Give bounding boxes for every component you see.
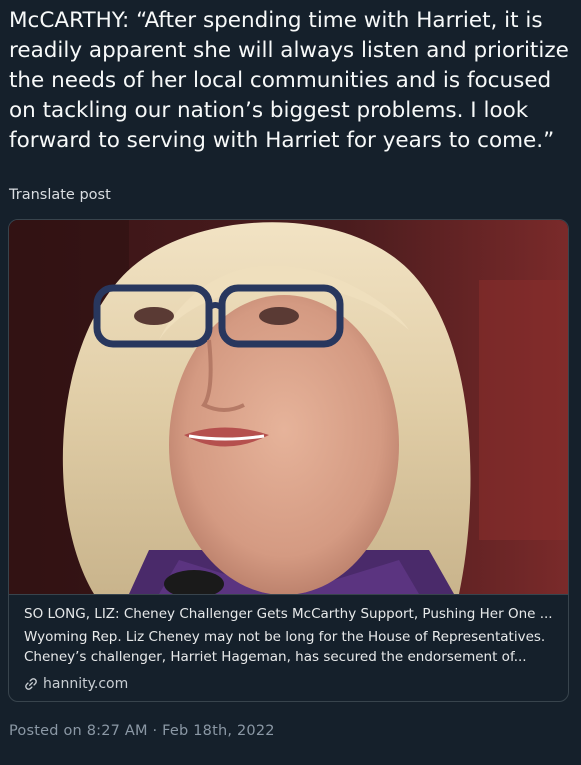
link-card-domain[interactable]: hannity.com [24,674,128,694]
post-text: McCARTHY: “After spending time with Harr… [9,8,569,153]
translate-post-link[interactable]: Translate post [9,187,111,203]
link-card-domain-text: hannity.com [43,676,129,692]
link-card-body[interactable]: SO LONG, LIZ: Cheney Challenger Gets McC… [9,594,568,701]
posted-timestamp: Posted on 8:27 AM · Feb 18th, 2022 [9,723,275,739]
link-icon [24,677,38,691]
link-card-image[interactable] [9,220,568,594]
link-card-title[interactable]: SO LONG, LIZ: Cheney Challenger Gets McC… [24,604,559,624]
link-card-description: Wyoming Rep. Liz Cheney may not be long … [24,629,546,665]
link-card[interactable]: SO LONG, LIZ: Cheney Challenger Gets McC… [8,219,569,702]
